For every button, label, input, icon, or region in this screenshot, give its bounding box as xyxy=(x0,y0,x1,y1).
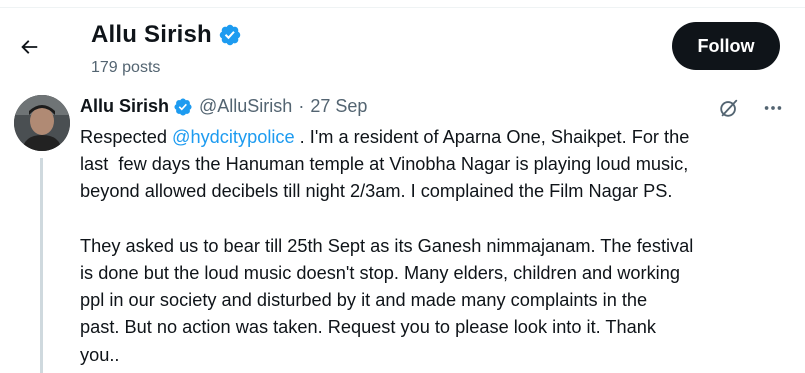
tweet-header: Allu Sirish @AlluSirish · 27 Sep xyxy=(80,96,367,117)
separator-dot: · xyxy=(298,96,305,116)
tweet-date[interactable]: 27 Sep xyxy=(310,96,367,117)
grok-icon xyxy=(720,99,738,117)
top-divider xyxy=(0,0,805,8)
avatar[interactable] xyxy=(14,95,70,151)
tweet-handle[interactable]: @AlluSirish xyxy=(199,96,292,117)
grok-button[interactable] xyxy=(716,95,742,121)
avatar-photo xyxy=(14,95,70,151)
thread-line xyxy=(40,158,43,373)
mention-link[interactable]: @hydcitypolice xyxy=(172,127,295,147)
more-options-button[interactable] xyxy=(760,95,786,121)
tweet-actions xyxy=(716,95,786,121)
profile-header-title: Allu Sirish xyxy=(91,21,242,49)
back-button[interactable] xyxy=(10,28,48,66)
arrow-left-icon xyxy=(21,40,38,54)
profile-name: Allu Sirish xyxy=(91,21,212,48)
tweet-text: Respected @hydcitypolice . I'm a residen… xyxy=(80,124,790,369)
follow-button[interactable]: Follow xyxy=(672,22,780,70)
tweet-paragraph-2: They asked us to bear till 25th Sept as … xyxy=(80,235,694,365)
tweet-paragraph-1: Respected @hydcitypolice . I'm a residen… xyxy=(80,127,690,202)
tweet-author-name[interactable]: Allu Sirish xyxy=(80,96,169,117)
posts-count: 179 posts xyxy=(91,59,161,76)
more-dots-icon xyxy=(764,106,782,110)
verified-badge-icon xyxy=(219,24,241,46)
verified-badge-icon xyxy=(174,97,192,116)
